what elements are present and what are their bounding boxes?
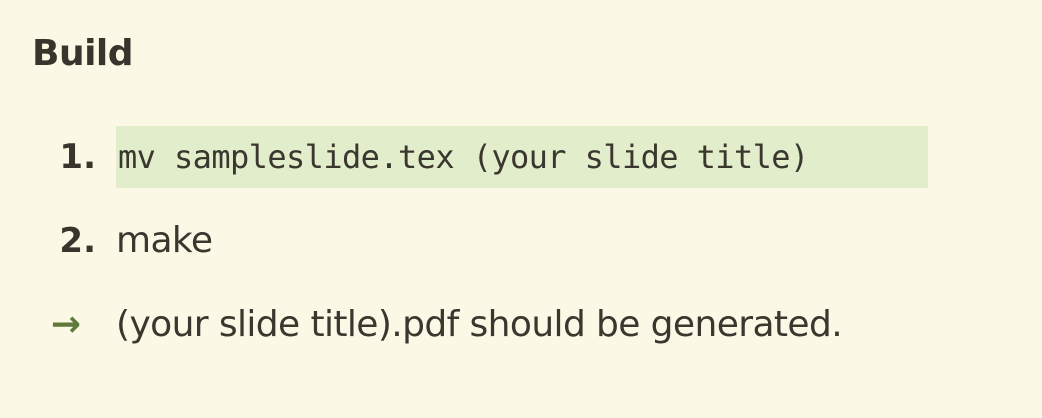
list-item: 2. make — [0, 210, 1042, 272]
list-number: 2. — [59, 221, 96, 261]
list-item: 1. mv sampleslide.tex (your slide title) — [0, 126, 1042, 188]
result-text: (your slide title).pdf should be generat… — [116, 304, 843, 345]
section-heading: Build — [32, 33, 134, 74]
list-number: 1. — [59, 137, 96, 177]
step-text: make — [116, 220, 213, 261]
arrow-right-icon: → — [50, 304, 82, 345]
code-command: mv sampleslide.tex (your slide title) — [118, 138, 809, 176]
result-item: → (your slide title).pdf should be gener… — [0, 294, 1042, 356]
